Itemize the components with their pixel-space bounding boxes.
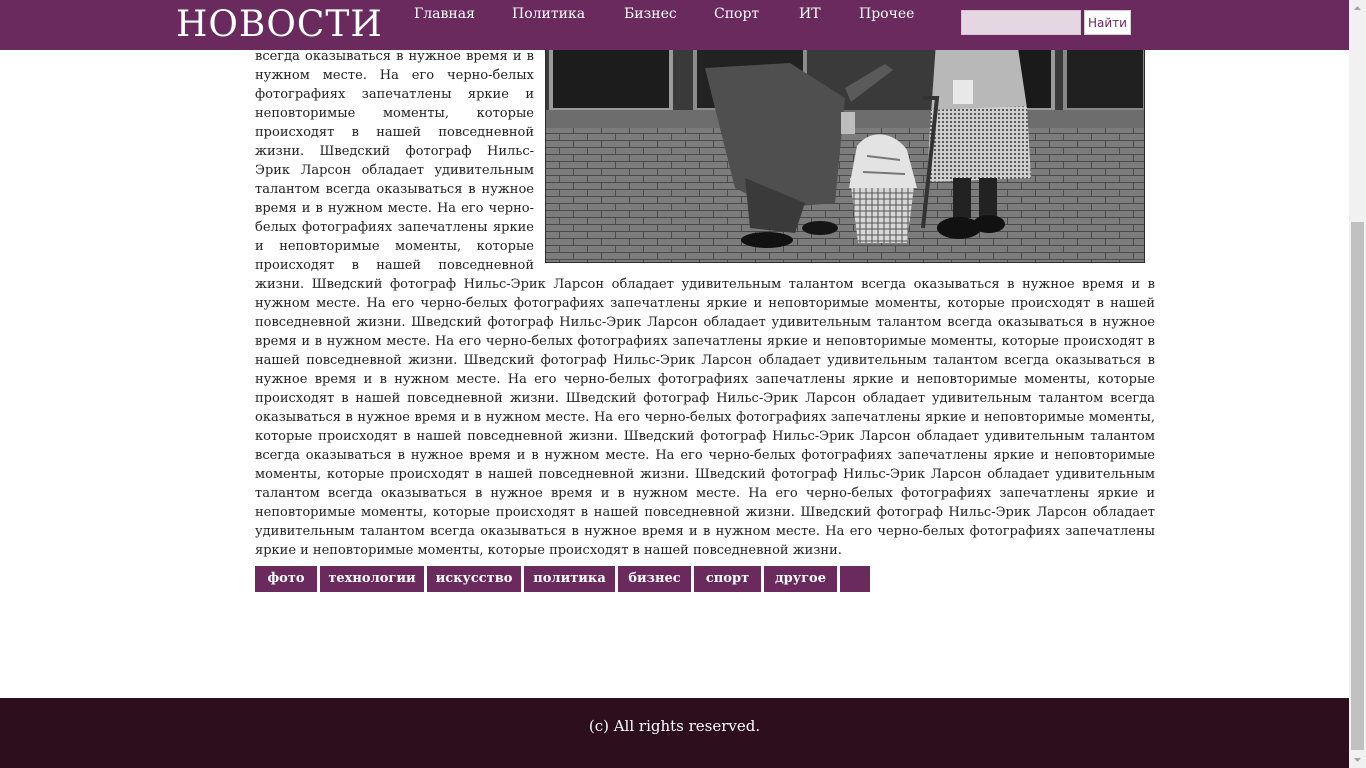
vertical-scrollbar[interactable] (1349, 0, 1366, 768)
tag-politics[interactable]: политика (524, 566, 615, 592)
search-input[interactable] (961, 10, 1081, 35)
article: обладает удивительным талантом всегда ок… (255, 28, 1155, 560)
nav-item-sport[interactable]: Спорт (714, 6, 759, 22)
tag-business[interactable]: бизнес (618, 566, 691, 592)
search-button[interactable]: Найти (1084, 10, 1131, 35)
copyright-text: (c) All rights reserved. (588, 717, 761, 735)
tag-photo[interactable]: фото (255, 566, 317, 592)
tag-technology[interactable]: технологии (320, 566, 424, 592)
scroll-up-arrow-icon[interactable] (1349, 0, 1366, 17)
tag-sport[interactable]: спорт (694, 566, 761, 592)
nav-item-politics[interactable]: Политика (512, 6, 585, 22)
nav-item-other[interactable]: Прочее (859, 6, 914, 22)
tag-other[interactable]: другое (764, 566, 837, 592)
site-footer: (c) All rights reserved. (0, 698, 1349, 768)
tag-art[interactable]: искусство (427, 566, 521, 592)
scroll-thumb[interactable] (1351, 222, 1364, 750)
nav-item-it[interactable]: ИТ (799, 6, 821, 22)
tag-empty[interactable] (840, 566, 870, 592)
scroll-down-arrow-icon[interactable] (1349, 751, 1366, 768)
nav-item-home[interactable]: Главная (414, 6, 475, 22)
article-photo (545, 28, 1145, 263)
nav-item-business[interactable]: Бизнес (624, 6, 677, 22)
site-logo[interactable]: НОВОСТИ (176, 2, 383, 48)
site-header: НОВОСТИ Главная Политика Бизнес Спорт ИТ… (0, 0, 1349, 50)
